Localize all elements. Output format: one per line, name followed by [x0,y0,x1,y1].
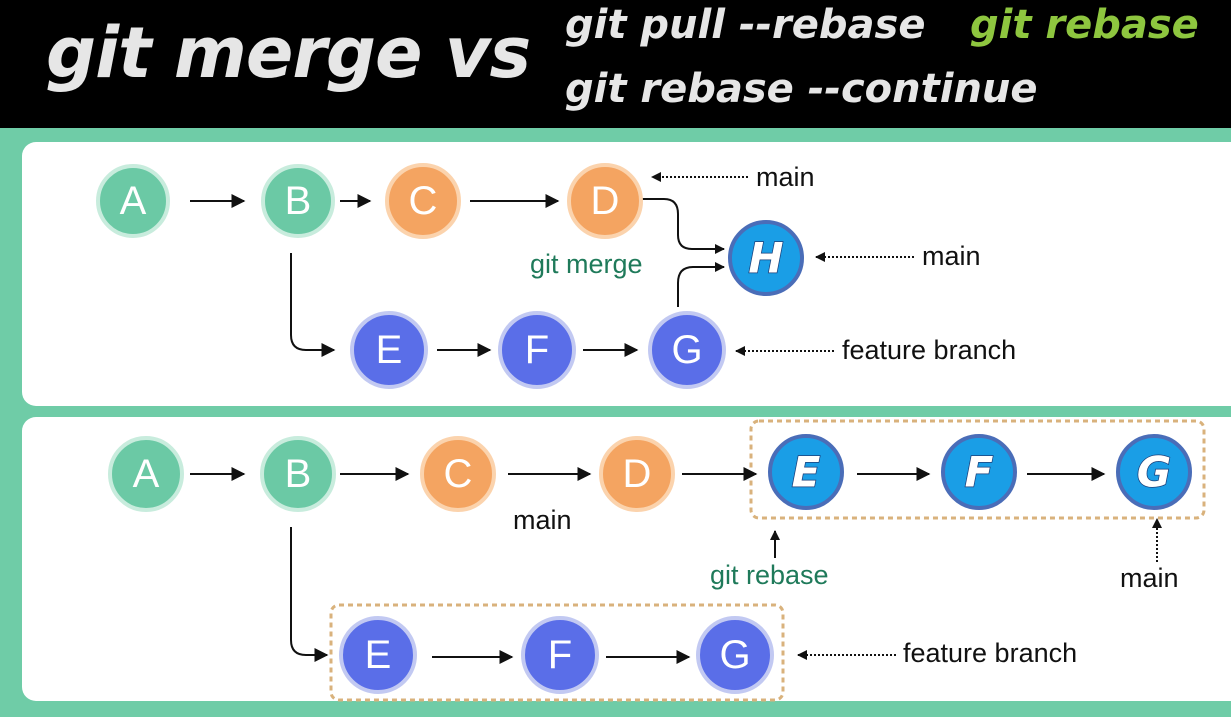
svg-text:E: E [792,448,821,497]
rebase-node-b: B [260,436,336,512]
arrow-g-h [677,262,725,307]
rebase-node-d: D [599,436,675,512]
merge-node-e: E [350,311,428,389]
merge-node-h: H [728,220,804,296]
label-feature-branch-merge: feature branch [842,335,1016,365]
svg-text:C: C [444,452,473,496]
rebase-node-e-new: E [768,434,844,510]
label-main-g: main [1120,563,1179,593]
merge-node-c: C [385,163,461,239]
merge-node-f: F [498,311,576,389]
merge-node-d: D [567,163,643,239]
svg-text:G: G [719,633,750,677]
svg-text:G: G [1137,448,1171,497]
svg-text:A: A [133,452,160,496]
rebase-node-a: A [108,436,184,512]
rebase-node-e: E [339,616,417,694]
label-git-rebase: git rebase [710,560,829,590]
svg-text:D: D [591,179,620,223]
merge-node-g: G [648,311,726,389]
svg-text:D: D [623,452,652,496]
merge-diagram: A B C D E F G H main main git merge feat… [96,162,1016,389]
svg-text:F: F [548,633,572,677]
svg-text:E: E [376,328,403,372]
svg-text:F: F [965,448,994,497]
merge-node-b: B [261,164,335,238]
label-git-merge: git merge [530,249,643,279]
svg-text:G: G [671,328,702,372]
rebase-node-c: C [420,436,496,512]
svg-text:A: A [120,179,147,223]
svg-text:F: F [525,328,549,372]
label-main-top: main [756,162,815,192]
rebase-node-g-new: G [1116,434,1192,510]
arrow-rb-b-e [290,527,329,662]
svg-text:B: B [285,452,312,496]
rebase-node-f: F [521,616,599,694]
arrow-d-h [642,198,725,254]
svg-text:B: B [285,179,312,223]
svg-text:E: E [365,633,392,677]
rebase-node-f-new: F [941,434,1017,510]
svg-text:C: C [409,179,438,223]
label-main-d: main [513,505,572,535]
label-main-merge: main [922,241,981,271]
git-diagrams: A B C D E F G H main main git merge feat… [96,162,1206,702]
arrow-b-e [290,253,336,357]
rebase-diagram: A B C D E F G E F G main git rebase main… [108,419,1206,702]
rebase-node-g: G [696,616,774,694]
label-feature-branch-rebase: feature branch [903,638,1077,668]
svg-text:H: H [748,234,783,283]
merge-node-a: A [96,164,170,238]
